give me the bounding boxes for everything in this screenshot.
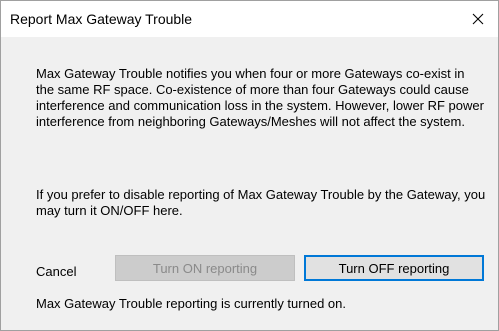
close-button[interactable]: [458, 1, 498, 37]
title-bar: Report Max Gateway Trouble: [1, 1, 498, 37]
instruction-text: If you prefer to disable reporting of Ma…: [36, 187, 486, 218]
turn-off-reporting-button[interactable]: Turn OFF reporting: [304, 255, 484, 281]
cancel-button[interactable]: Cancel: [36, 264, 76, 279]
turn-on-reporting-button[interactable]: Turn ON reporting: [115, 255, 295, 281]
description-text: Max Gateway Trouble notifies you when fo…: [36, 66, 484, 129]
dialog-body: Max Gateway Trouble notifies you when fo…: [1, 37, 498, 330]
status-text: Max Gateway Trouble reporting is current…: [36, 296, 346, 311]
close-icon: [472, 13, 484, 25]
dialog-title: Report Max Gateway Trouble: [10, 11, 193, 27]
dialog-window: Report Max Gateway Trouble Max Gateway T…: [0, 0, 499, 331]
